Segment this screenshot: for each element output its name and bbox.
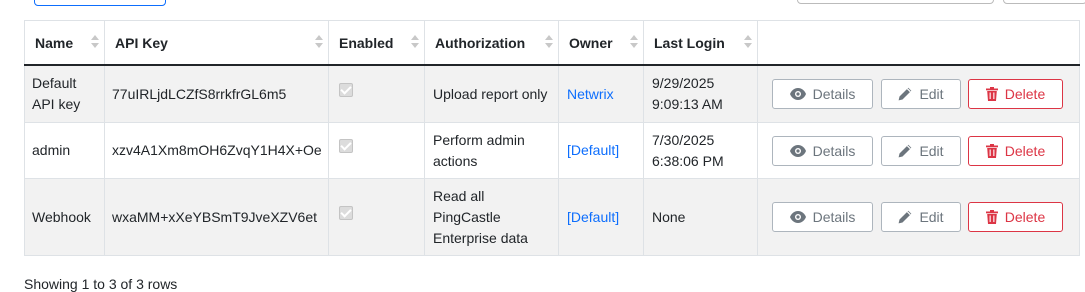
- owner-link[interactable]: [Default]: [567, 142, 619, 158]
- details-button[interactable]: Details: [772, 135, 873, 166]
- cell-owner: [Default]: [558, 178, 644, 256]
- column-header-last-login[interactable]: Last Login: [643, 20, 758, 66]
- search-input[interactable]: [797, 0, 994, 4]
- cell-enabled: [328, 178, 425, 256]
- table-row: Default API key 77uIRLjdLCZfS8rrkfrGL6m5…: [24, 64, 1080, 123]
- pencil-icon: [899, 87, 912, 101]
- enabled-checkbox: [339, 205, 353, 220]
- owner-link[interactable]: [Default]: [567, 209, 619, 225]
- sort-icon: [744, 34, 752, 50]
- sort-icon: [411, 34, 419, 50]
- sort-icon: [91, 34, 99, 50]
- pencil-icon: [899, 210, 912, 224]
- sort-icon: [545, 34, 553, 50]
- cell-owner: Netwrix: [558, 64, 644, 123]
- table-row: Webhook wxaMM+xXeYBSmT9JveXZV6et Read al…: [24, 178, 1080, 256]
- column-header-authorization[interactable]: Authorization: [424, 20, 559, 66]
- cell-actions: Details Edit Delete: [757, 178, 1080, 256]
- cell-api-key: wxaMM+xXeYBSmT9JveXZV6et: [104, 178, 329, 256]
- table-header-row: Name API Key Enabled Authorization Owner…: [24, 20, 1080, 66]
- details-button[interactable]: Details: [772, 202, 873, 232]
- sort-icon: [315, 34, 323, 50]
- sort-icon: [630, 34, 638, 50]
- edit-button[interactable]: Edit: [881, 135, 961, 166]
- cell-owner: [Default]: [558, 122, 644, 179]
- details-button[interactable]: Details: [772, 79, 873, 109]
- cell-name: admin: [24, 122, 105, 179]
- column-header-name[interactable]: Name: [24, 20, 105, 66]
- table-row: admin xzv4A1Xm8mOH6ZvqY1H4X+Oe Perform a…: [24, 122, 1080, 179]
- cell-name: Webhook: [24, 178, 105, 256]
- cell-authorization: Perform admin actions: [424, 122, 559, 179]
- cell-api-key: xzv4A1Xm8mOH6ZvqY1H4X+Oe: [104, 122, 329, 179]
- cell-authorization: Upload report only: [424, 64, 559, 123]
- toolbar-button[interactable]: [34, 0, 166, 6]
- cell-last-login: None: [643, 178, 758, 256]
- trash-icon: [985, 87, 998, 101]
- edit-button[interactable]: Edit: [881, 202, 961, 232]
- cell-authorization: Read all PingCastle Enterprise data: [424, 178, 559, 256]
- eye-icon: [789, 144, 806, 157]
- trash-icon: [985, 143, 998, 158]
- column-header-enabled[interactable]: Enabled: [328, 20, 425, 66]
- cell-actions: Details Edit Delete: [757, 122, 1080, 179]
- column-header-owner[interactable]: Owner: [558, 20, 644, 66]
- trash-icon: [985, 210, 998, 224]
- column-header-actions: [757, 20, 1080, 66]
- cell-enabled: [328, 64, 425, 123]
- api-keys-table: Name API Key Enabled Authorization Owner…: [24, 20, 1080, 256]
- owner-link[interactable]: Netwrix: [567, 86, 614, 102]
- cell-actions: Details Edit Delete: [757, 64, 1080, 123]
- pagination-info: Showing 1 to 3 of 3 rows: [24, 276, 178, 292]
- cell-api-key: 77uIRLjdLCZfS8rrkfrGL6m5: [104, 64, 329, 123]
- delete-button[interactable]: Delete: [968, 135, 1063, 166]
- pencil-icon: [899, 144, 912, 157]
- delete-button[interactable]: Delete: [968, 202, 1063, 232]
- cell-name: Default API key: [24, 64, 105, 123]
- delete-button[interactable]: Delete: [968, 79, 1063, 109]
- enabled-checkbox: [339, 139, 353, 153]
- eye-icon: [789, 88, 806, 100]
- edit-button[interactable]: Edit: [881, 79, 961, 109]
- toolbar-button-right[interactable]: [1003, 0, 1085, 4]
- cell-enabled: [328, 122, 425, 179]
- cell-last-login: 9/29/2025 9:09:13 AM: [643, 64, 758, 123]
- cell-last-login: 7/30/2025 6:38:06 PM: [643, 122, 758, 179]
- enabled-checkbox: [339, 82, 353, 97]
- eye-icon: [789, 211, 806, 223]
- column-header-api-key[interactable]: API Key: [104, 20, 329, 66]
